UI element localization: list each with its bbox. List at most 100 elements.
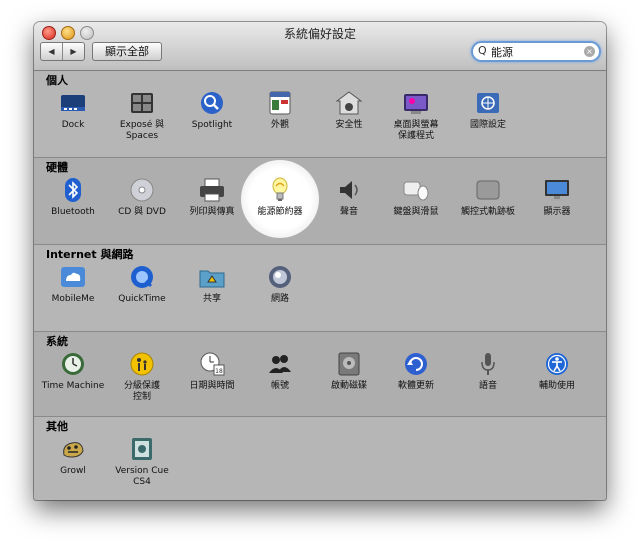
pane-label: 共享 bbox=[202, 294, 221, 304]
section-0: 個人 Dock Exposé 與 Spaces Spotlight 外觀 安全性 桌面與螢幕… bbox=[34, 71, 606, 157]
pane-label: Version Cue CS4 bbox=[115, 466, 169, 487]
pane-label: 顯示器 bbox=[543, 207, 571, 217]
title-bar: 系統偏好設定 ◀ ▶ 顯示全部 Q × bbox=[34, 22, 606, 71]
pane-label: QuickTime bbox=[118, 294, 166, 304]
svg-text:18: 18 bbox=[215, 368, 223, 375]
clear-search-icon[interactable]: × bbox=[584, 46, 595, 57]
pane-startup-disk[interactable]: 啟動磁碟 bbox=[312, 349, 386, 392]
pane-version-cue[interactable]: Version Cue CS4 bbox=[105, 434, 179, 488]
trackpad-icon bbox=[472, 175, 504, 205]
pane-label: 安全性 bbox=[335, 120, 363, 130]
pane-speech[interactable]: 語音 bbox=[451, 349, 525, 392]
version-cue-icon bbox=[126, 434, 158, 464]
pane-sound[interactable]: 聲音 bbox=[312, 175, 386, 218]
keyboard-mouse-icon bbox=[400, 175, 432, 205]
quicktime-icon bbox=[126, 262, 158, 292]
pane-expose-spaces[interactable]: Exposé 與 Spaces bbox=[105, 88, 179, 142]
pane-label: 語音 bbox=[478, 381, 497, 391]
universal-access-icon bbox=[541, 349, 573, 379]
pane-appearance[interactable]: 外觀 bbox=[243, 88, 317, 131]
pane-desktop-screensaver[interactable]: 桌面與螢幕 保護程式 bbox=[379, 88, 453, 142]
display-icon bbox=[541, 175, 573, 205]
startup-disk-icon bbox=[333, 349, 365, 379]
sharing-icon bbox=[196, 262, 228, 292]
bluetooth-icon bbox=[57, 175, 89, 205]
pane-energy-saver[interactable]: 能源節約器 bbox=[243, 175, 317, 218]
search-input[interactable] bbox=[491, 43, 571, 60]
pane-label: 啟動磁碟 bbox=[330, 381, 367, 391]
pane-label: MobileMe bbox=[51, 294, 95, 304]
pane-trackpad[interactable]: 觸控式軌跡板 bbox=[451, 175, 525, 218]
section-title: 個人 bbox=[46, 74, 68, 87]
pane-time-machine[interactable]: Time Machine bbox=[36, 349, 110, 392]
section-3: 系統 Time Machine 分級保護 控制 18 日期與時間 帳號 啟動磁碟 軟體更新 語音… bbox=[34, 332, 606, 416]
pane-label: 國際設定 bbox=[469, 120, 506, 130]
printer-icon bbox=[196, 175, 228, 205]
forward-button[interactable]: ▶ bbox=[62, 43, 84, 60]
pane-label: CD 與 DVD bbox=[118, 207, 166, 217]
pane-label: 桌面與螢幕 保護程式 bbox=[393, 120, 439, 141]
search-icon: Q bbox=[478, 44, 487, 57]
section-title: 系統 bbox=[46, 335, 68, 348]
pane-mobileme[interactable]: MobileMe bbox=[36, 262, 110, 305]
pane-label: 鍵盤與滑鼠 bbox=[393, 207, 439, 217]
pane-dock[interactable]: Dock bbox=[36, 88, 110, 131]
pane-security[interactable]: 安全性 bbox=[312, 88, 386, 131]
window-title: 系統偏好設定 bbox=[283, 27, 356, 41]
pane-label: 網路 bbox=[270, 294, 289, 304]
pane-growl[interactable]: Growl bbox=[36, 434, 110, 477]
energy-saver-icon bbox=[264, 175, 296, 205]
sound-icon bbox=[333, 175, 365, 205]
section-4: 其他 Growl Version Cue CS4 bbox=[34, 417, 606, 500]
navigation-buttons: ◀ ▶ bbox=[40, 42, 85, 61]
pane-display[interactable]: 顯示器 bbox=[520, 175, 594, 218]
show-all-button[interactable]: 顯示全部 bbox=[92, 42, 162, 61]
pane-label: 外觀 bbox=[270, 120, 289, 130]
pane-label: 輔助使用 bbox=[538, 381, 575, 391]
pane-label: 聲音 bbox=[339, 207, 358, 217]
pane-label: 軟體更新 bbox=[397, 381, 434, 391]
pane-software-update[interactable]: 軟體更新 bbox=[379, 349, 453, 392]
time-machine-icon bbox=[57, 349, 89, 379]
section-2: Internet 與網路 MobileMe QuickTime 共享 網路 bbox=[34, 245, 606, 331]
growl-icon bbox=[57, 434, 89, 464]
pane-date-time[interactable]: 18 日期與時間 bbox=[175, 349, 249, 392]
pane-printer[interactable]: 列印與傳真 bbox=[175, 175, 249, 218]
pane-label: Time Machine bbox=[41, 381, 105, 391]
cd-dvd-icon bbox=[126, 175, 158, 205]
pane-network[interactable]: 網路 bbox=[243, 262, 317, 305]
software-update-icon bbox=[400, 349, 432, 379]
back-button[interactable]: ◀ bbox=[41, 43, 62, 60]
pane-label: Bluetooth bbox=[51, 207, 95, 217]
spotlight-icon bbox=[196, 88, 228, 118]
system-preferences-window: 系統偏好設定 ◀ ▶ 顯示全部 Q × 個人 Dock Exposé 與 Space… bbox=[34, 22, 606, 500]
pane-label: Dock bbox=[61, 120, 85, 130]
dock-icon bbox=[57, 88, 89, 118]
accounts-icon bbox=[264, 349, 296, 379]
speech-icon bbox=[472, 349, 504, 379]
preference-panes-area: 個人 Dock Exposé 與 Spaces Spotlight 外觀 安全性 桌面與螢幕… bbox=[34, 71, 606, 500]
pane-sharing[interactable]: 共享 bbox=[175, 262, 249, 305]
pane-quicktime[interactable]: QuickTime bbox=[105, 262, 179, 305]
pane-label: 帳號 bbox=[270, 381, 289, 391]
section-1: 硬體 Bluetooth CD 與 DVD 列印與傳真 能源節約器 聲音 鍵盤與滑鼠 觸控式軌… bbox=[34, 158, 606, 244]
pane-label: 列印與傳真 bbox=[189, 207, 235, 217]
pane-bluetooth[interactable]: Bluetooth bbox=[36, 175, 110, 218]
pane-cd-dvd[interactable]: CD 與 DVD bbox=[105, 175, 179, 218]
expose-spaces-icon bbox=[126, 88, 158, 118]
date-time-icon: 18 bbox=[196, 349, 228, 379]
pane-label: Exposé 與 Spaces bbox=[119, 120, 165, 141]
network-icon bbox=[264, 262, 296, 292]
pane-international[interactable]: 國際設定 bbox=[451, 88, 525, 131]
search-field[interactable]: Q × bbox=[471, 41, 601, 62]
pane-keyboard-mouse[interactable]: 鍵盤與滑鼠 bbox=[379, 175, 453, 218]
pane-label: Growl bbox=[60, 466, 86, 476]
pane-universal-access[interactable]: 輔助使用 bbox=[520, 349, 594, 392]
pane-spotlight[interactable]: Spotlight bbox=[175, 88, 249, 131]
mobileme-icon bbox=[57, 262, 89, 292]
section-title: 其他 bbox=[46, 420, 68, 433]
pane-accounts[interactable]: 帳號 bbox=[243, 349, 317, 392]
desktop-screensaver-icon bbox=[400, 88, 432, 118]
pane-parental-controls[interactable]: 分級保護 控制 bbox=[105, 349, 179, 403]
pane-label: 分級保護 控制 bbox=[123, 381, 160, 402]
